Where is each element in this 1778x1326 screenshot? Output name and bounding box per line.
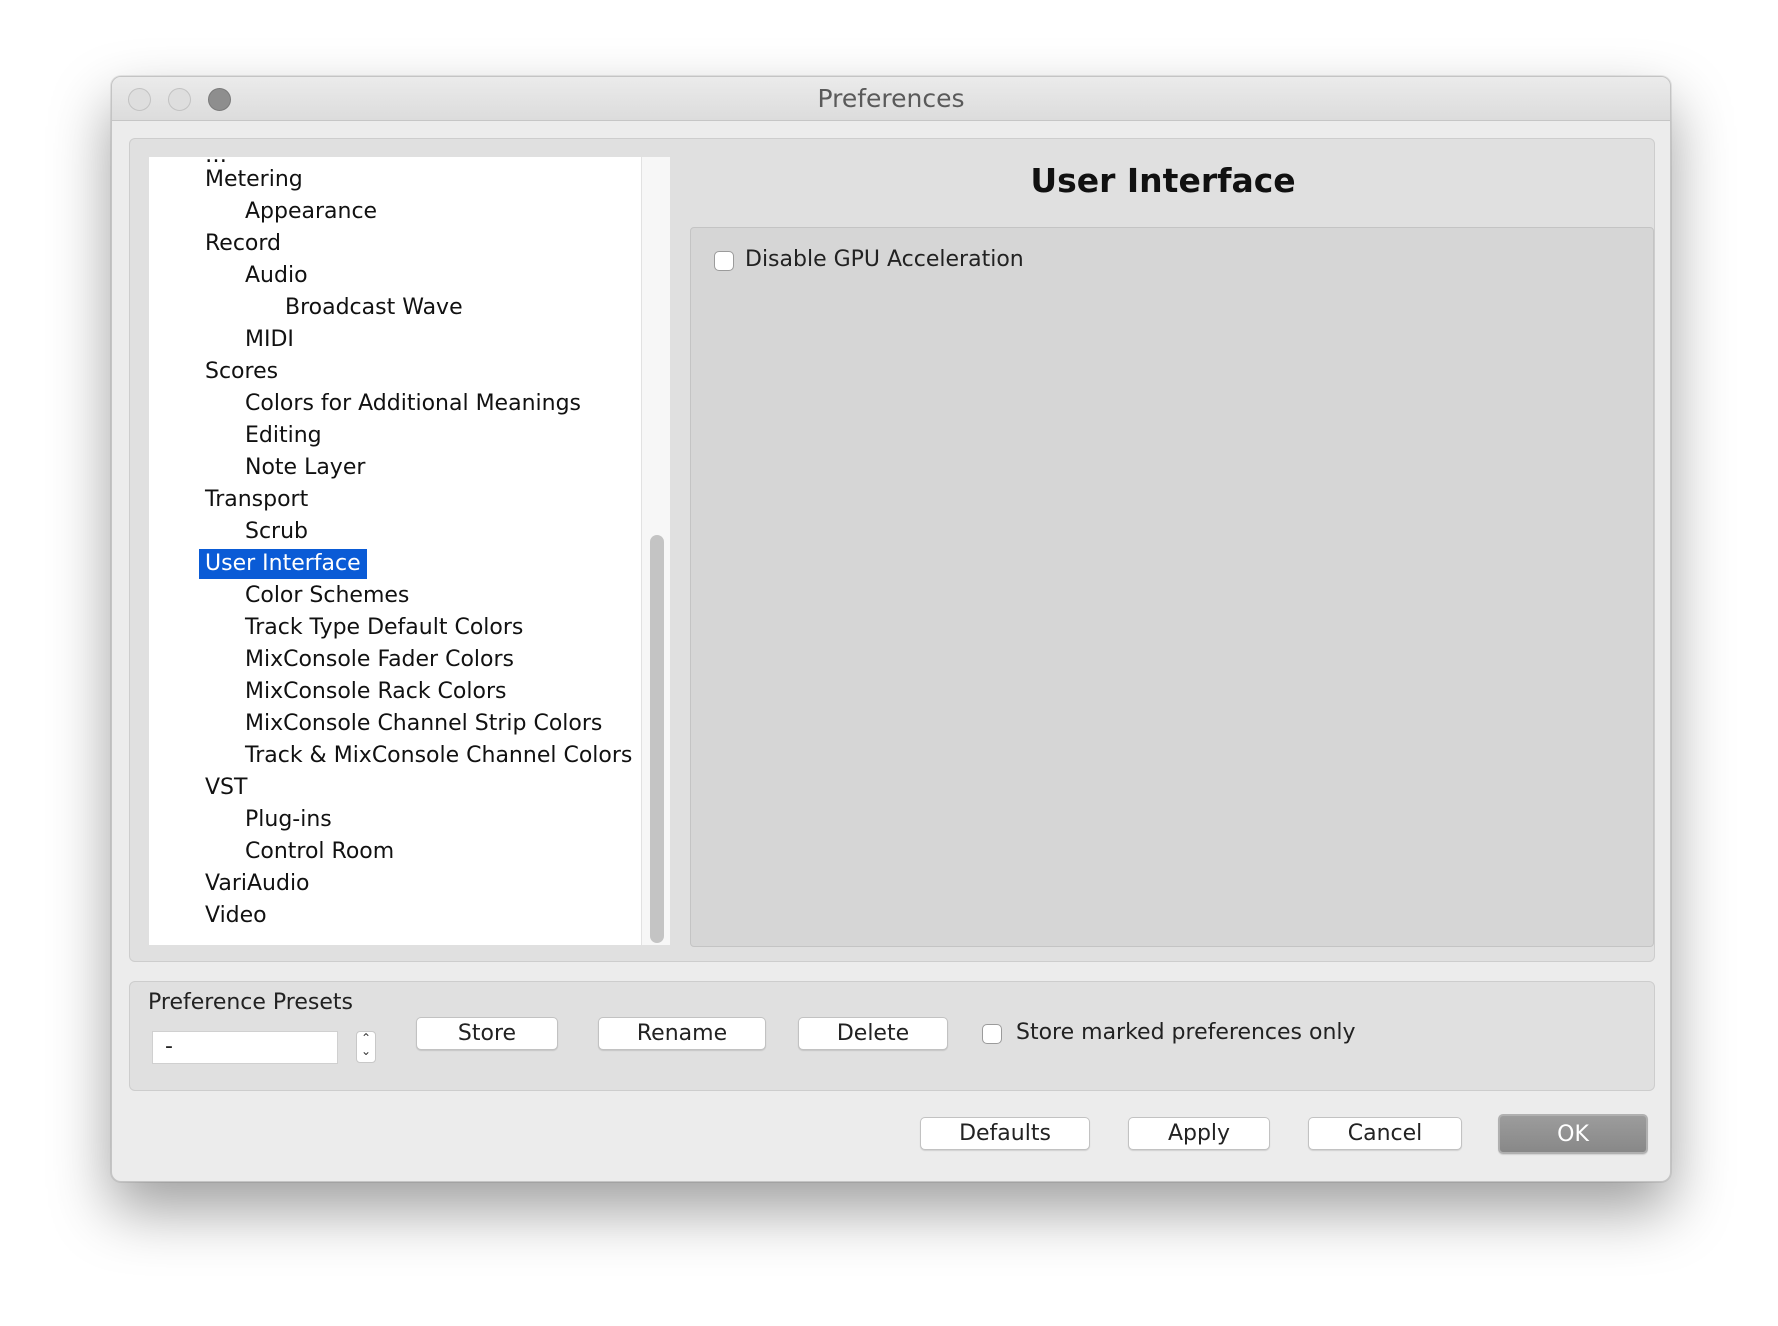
tree-item-mixconsole-channel-strip-colors[interactable]: MixConsole Channel Strip Colors [239, 709, 608, 739]
tree-item-audio[interactable]: Audio [239, 261, 314, 291]
disable-gpu-label[interactable]: Disable GPU Acceleration [745, 247, 1024, 272]
chevron-up-icon[interactable]: ⌃ [361, 1031, 371, 1045]
preset-select[interactable]: - [152, 1031, 338, 1064]
chevron-down-icon[interactable]: ⌄ [361, 1044, 371, 1058]
tree-item-vst[interactable]: VST [199, 773, 253, 803]
scrollbar-thumb[interactable] [650, 535, 664, 943]
store-marked-label[interactable]: Store marked preferences only [1016, 1020, 1356, 1045]
tree-item-video[interactable]: Video [199, 901, 273, 931]
tree-item-broadcast-wave[interactable]: Broadcast Wave [279, 293, 469, 323]
preferences-content-panel: … MeteringAppearanceRecordAudioBroadcast… [129, 138, 1655, 962]
tree-item-mixconsole-fader-colors[interactable]: MixConsole Fader Colors [239, 645, 520, 675]
preferences-tree[interactable]: … MeteringAppearanceRecordAudioBroadcast… [149, 157, 641, 945]
section-title: User Interface [1030, 161, 1296, 200]
tree-item-appearance[interactable]: Appearance [239, 197, 383, 227]
tree-item-record[interactable]: Record [199, 229, 287, 259]
store-marked-checkbox[interactable] [982, 1024, 1002, 1044]
preferences-window: Preferences … MeteringAppearanceRecordAu… [111, 76, 1671, 1182]
tree-item-user-interface[interactable]: User Interface [199, 549, 367, 579]
delete-button[interactable]: Delete [798, 1017, 948, 1050]
tree-item-note-layer[interactable]: Note Layer [239, 453, 371, 483]
cancel-button[interactable]: Cancel [1308, 1117, 1462, 1150]
window-title: Preferences [817, 84, 965, 113]
tree-item-mixconsole-rack-colors[interactable]: MixConsole Rack Colors [239, 677, 512, 707]
rename-button[interactable]: Rename [598, 1017, 766, 1050]
tree-item-editing[interactable]: Editing [239, 421, 328, 451]
tree-item-scrub[interactable]: Scrub [239, 517, 314, 547]
tree-item-scores[interactable]: Scores [199, 357, 284, 387]
tree-scrollbar[interactable] [641, 157, 670, 945]
tree-item-midi[interactable]: MIDI [239, 325, 300, 355]
apply-button[interactable]: Apply [1128, 1117, 1270, 1150]
disable-gpu-checkbox[interactable] [714, 251, 734, 271]
store-button[interactable]: Store [416, 1017, 558, 1050]
preset-stepper[interactable]: ⌃ ⌄ [356, 1031, 376, 1063]
settings-area: Disable GPU Acceleration [690, 227, 1654, 947]
title-bar: Preferences [112, 77, 1670, 121]
preference-presets-label: Preference Presets [148, 990, 353, 1015]
ok-button[interactable]: OK [1498, 1114, 1648, 1154]
preference-presets-panel: Preference Presets - ⌃ ⌄ Store Rename De… [129, 981, 1655, 1091]
tree-item-track-type-default-colors[interactable]: Track Type Default Colors [239, 613, 529, 643]
tree-item-variaudio[interactable]: VariAudio [199, 869, 316, 899]
tree-item-control-room[interactable]: Control Room [239, 837, 400, 867]
tree-item-colors-for-additional-meanings[interactable]: Colors for Additional Meanings [239, 389, 587, 419]
tree-item-metering[interactable]: Metering [199, 165, 309, 195]
defaults-button[interactable]: Defaults [920, 1117, 1090, 1150]
tree-item-plug-ins[interactable]: Plug-ins [239, 805, 338, 835]
tree-item-track-and-mixconsole-channel-colors[interactable]: Track & MixConsole Channel Colors [239, 741, 638, 771]
tree-item-transport[interactable]: Transport [199, 485, 314, 515]
tree-item-color-schemes[interactable]: Color Schemes [239, 581, 415, 611]
